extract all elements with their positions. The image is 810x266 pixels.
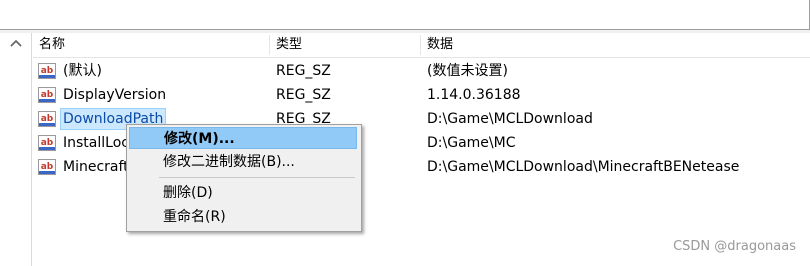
column-header: 名称 类型 数据 <box>33 33 810 58</box>
menu-item-delete[interactable]: 删除(D) <box>129 182 357 204</box>
value-name: DisplayVersion <box>63 87 167 103</box>
column-data-header[interactable]: 数据 <box>421 33 810 57</box>
value-data: D:\Game\MCLDownload <box>427 111 593 127</box>
value-data: (数值未设置) <box>427 63 508 79</box>
menu-item-modify[interactable]: 修改(M)... <box>129 127 357 149</box>
value-type: REG_SZ <box>276 63 331 79</box>
string-value-icon: ab <box>38 135 56 151</box>
menu-item-rename[interactable]: 重命名(R) <box>129 206 357 228</box>
tree-pane-edge <box>0 33 32 266</box>
value-data: D:\Game\MC <box>427 135 516 151</box>
value-data: 1.14.0.36188 <box>427 87 521 103</box>
watermark: CSDN @dragonaas <box>673 239 796 254</box>
string-value-icon: ab <box>38 159 56 175</box>
menu-item-modify-binary[interactable]: 修改二进制数据(B)... <box>129 151 357 173</box>
value-row[interactable]: ab DisplayVersion REG_SZ 1.14.0.36188 <box>33 83 810 107</box>
address-bar[interactable] <box>0 0 810 30</box>
value-name: Minecraft <box>63 159 129 175</box>
value-data: D:\Game\MCLDownload\MinecraftBENetease <box>427 159 740 175</box>
string-value-icon: ab <box>38 63 56 79</box>
column-type-header[interactable]: 类型 <box>270 33 420 57</box>
value-name: InstallLoc <box>63 135 129 151</box>
menu-separator <box>159 177 355 178</box>
column-name-header[interactable]: 名称 <box>33 33 269 57</box>
value-row[interactable]: ab (默认) REG_SZ (数值未设置) <box>33 59 810 83</box>
string-value-icon: ab <box>38 111 56 127</box>
values-pane: 名称 类型 数据 ab (默认) REG_SZ (数值未设置) ab Displ… <box>0 33 810 266</box>
value-type: REG_SZ <box>276 87 331 103</box>
value-name: (默认) <box>63 63 102 79</box>
context-menu: 修改(M)... 修改二进制数据(B)... 删除(D) 重命名(R) <box>126 124 362 232</box>
scroll-up-chevron-icon[interactable] <box>8 37 24 49</box>
string-value-icon: ab <box>38 87 56 103</box>
